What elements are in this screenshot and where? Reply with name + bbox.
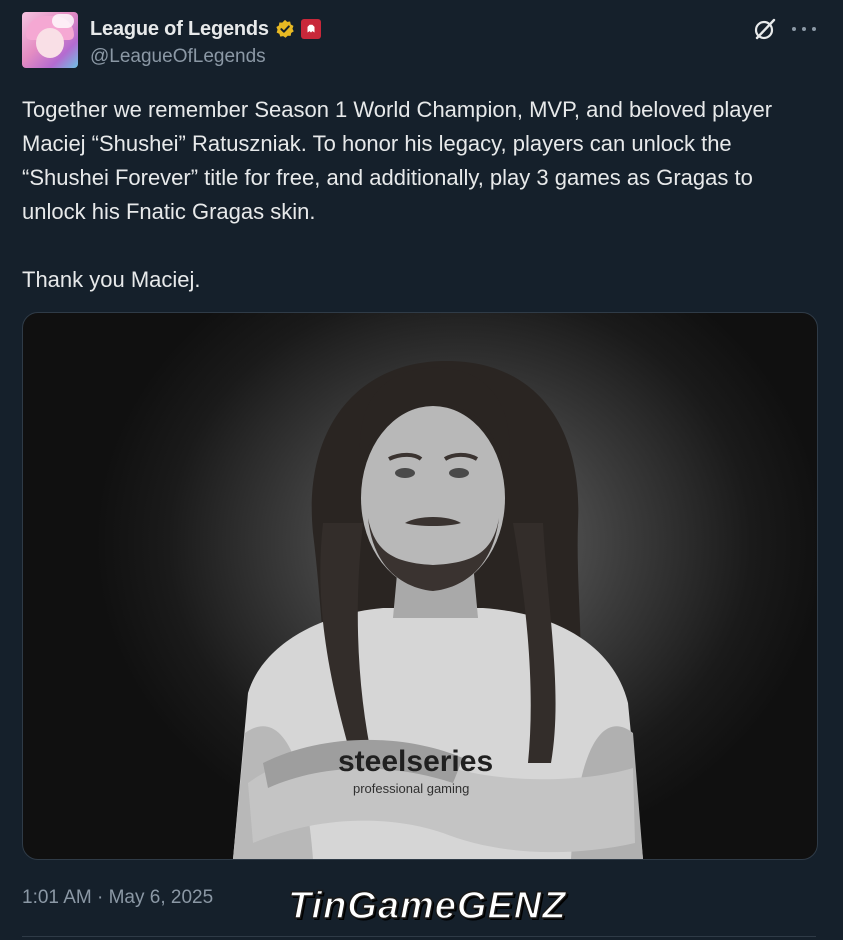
more-dot — [812, 27, 816, 31]
author-name-row: League of Legends — [90, 16, 321, 42]
avatar[interactable] — [22, 12, 78, 68]
portrait-illustration: steelseries professional gaming — [233, 360, 643, 859]
divider — [22, 936, 816, 937]
verified-badge-icon[interactable] — [275, 19, 295, 39]
tweet-text: Together we remember Season 1 World Cham… — [22, 97, 773, 292]
avatar-face — [36, 28, 64, 58]
more-options-icon[interactable] — [792, 17, 816, 41]
watermark-logo: TinGameGENZ — [287, 884, 567, 928]
more-dot — [792, 27, 796, 31]
tweet-card: League of Legends @LeagueOfLegends Toget… — [0, 0, 843, 940]
more-dot — [802, 27, 806, 31]
shirt-logo-subtext: professional gaming — [353, 781, 469, 796]
tweet-timestamp[interactable]: 1:01 AM · May 6, 2025 — [22, 887, 213, 909]
watermark-text: TinGameGENZ — [287, 884, 567, 927]
shirt-logo-text: steelseries — [338, 745, 493, 778]
tweet-photo[interactable]: steelseries professional gaming — [22, 312, 818, 860]
display-name[interactable]: League of Legends — [90, 18, 269, 41]
grok-icon[interactable] — [752, 16, 778, 42]
account-handle[interactable]: @LeagueOfLegends — [90, 46, 266, 68]
affiliate-badge-icon[interactable] — [300, 19, 321, 39]
avatar-accessory — [52, 14, 74, 28]
